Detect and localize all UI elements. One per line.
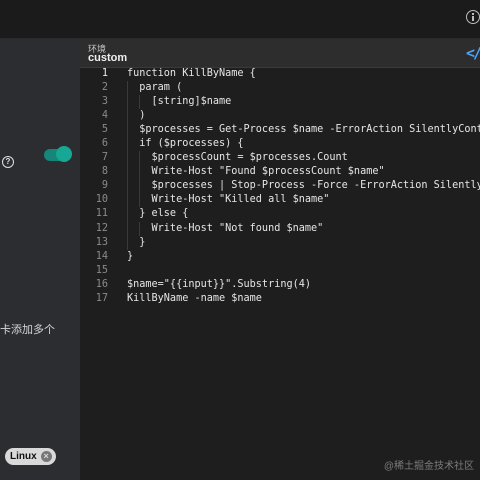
code-editor[interactable]: 环境 custom </ 1 function KillByName { 2 par… [80,39,480,480]
code-text: Write-Host "Killed all $name" [127,194,330,206]
code-line[interactable]: 9 $processes | Stop-Process -Force -Erro… [80,179,480,194]
code-text: Write-Host "Found $processCount $name" [127,166,385,178]
line-number: 16 [95,278,108,290]
line-number: 7 [101,152,108,164]
line-number: 3 [101,96,108,108]
code-line[interactable]: 17 KillByName -name $name [80,292,480,306]
line-number: 6 [101,138,108,150]
line-number: 14 [95,250,108,262]
line-number: 17 [95,292,108,304]
line-number: 11 [95,208,108,220]
code-line[interactable]: 13 } [80,235,480,250]
tag-chip-label: Linux [10,451,37,462]
code-icon[interactable]: </ [466,44,480,62]
code-line[interactable]: 16 $name="{{input}}".Substring(4) [80,278,480,292]
code-line[interactable]: 5 $processes = Get-Process $name -ErrorA… [80,123,480,138]
help-icon[interactable]: ? [2,156,14,168]
code-text: } [127,250,134,262]
code-text: $processes = Get-Process $name -ErrorAct… [127,124,480,136]
line-number: 4 [101,110,108,122]
line-number: 5 [101,124,108,136]
code-line[interactable]: 12 Write-Host "Not found $name" [80,221,480,236]
settings-panel: ? 卡添加多个 Linux × [0,39,80,480]
code-line[interactable]: 14} [80,250,480,264]
code-line[interactable]: 8 Write-Host "Found $processCount $name" [80,165,480,180]
code-text: $name="{{input}}".Substring(4) [127,278,312,290]
environment-value: custom [88,52,128,64]
code-line[interactable]: 15 [80,264,480,278]
code-text: $processes | Stop-Process -Force -ErrorA… [151,180,480,192]
code-text: [string]$name [127,96,232,108]
top-bar [0,0,480,39]
line-number: 15 [95,264,108,276]
option-text: 卡添加多个 [0,324,55,336]
code-text: param ( [127,82,183,94]
code-text: } [127,236,146,248]
code-area[interactable]: 1 function KillByName {2 param (3 [string… [80,67,480,480]
toggle-knob [56,146,72,162]
line-number: 12 [95,222,108,234]
code-line[interactable]: 4 ) [80,109,480,124]
line-number: 13 [95,236,108,248]
line-number: 1 [101,68,108,79]
line-number: 2 [101,82,108,94]
code-line[interactable]: 3 [string]$name [80,95,480,110]
line-number: 10 [95,194,108,206]
code-line[interactable]: 6 if ($processes) { [80,137,480,152]
tag-chip-linux[interactable]: Linux × [5,448,56,465]
toggle-switch[interactable] [44,146,72,162]
watermark: @稀土掘金技术社区 [383,461,474,472]
code-text: if ($processes) { [127,138,244,150]
code-text: Write-Host "Not found $name" [127,222,324,234]
code-line[interactable]: 10 Write-Host "Killed all $name" [80,193,480,208]
code-text: ) [127,110,146,122]
info-icon[interactable] [466,10,480,24]
line-number: 8 [101,166,108,178]
code-text: function KillByName { [127,68,256,79]
remove-tag-icon[interactable]: × [40,451,52,462]
code-line[interactable]: 7 $processCount = $processes.Count [80,151,480,166]
line-number: 9 [101,180,108,192]
code-text: KillByName -name $name [127,292,262,304]
code-text: } else { [127,208,189,220]
code-line[interactable]: 11 } else { [80,207,480,222]
code-line[interactable]: 2 param ( [80,81,480,96]
code-text: $processCount = $processes.Count [127,152,348,164]
editor-header: 环境 custom </ [80,39,480,68]
code-line[interactable]: 1 function KillByName { [80,67,480,81]
